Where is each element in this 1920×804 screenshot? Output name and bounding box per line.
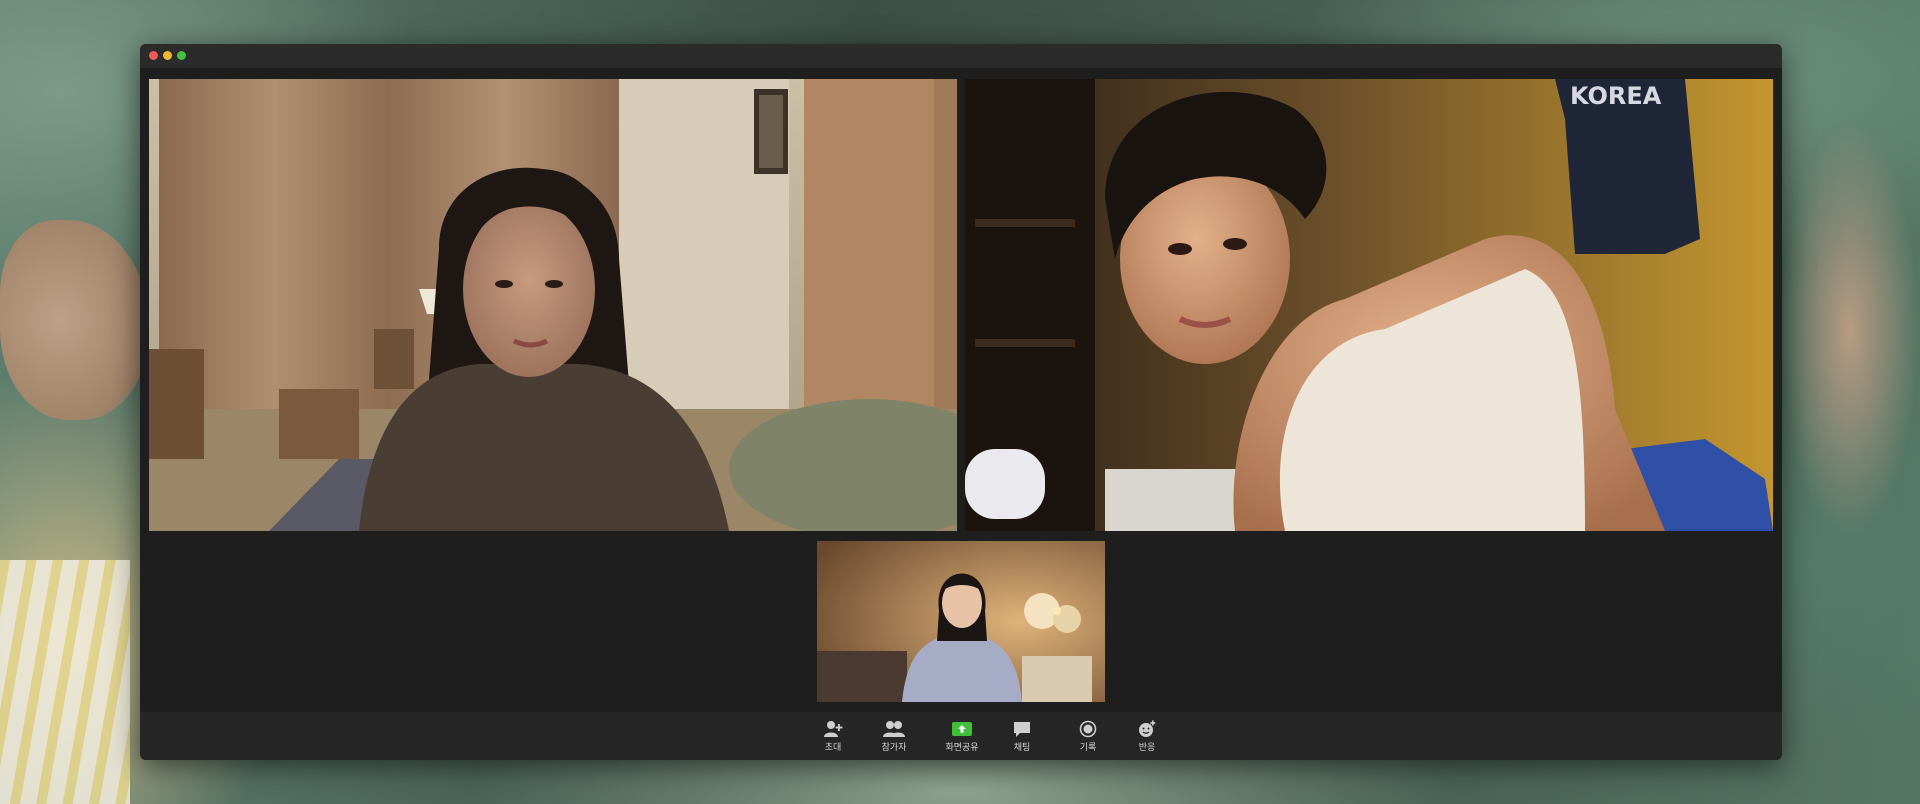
reactions-button[interactable]: 반응 [1117, 720, 1177, 753]
share-screen-button[interactable]: 화면공유 [932, 720, 992, 753]
zoom-window-button[interactable] [177, 51, 186, 60]
invite-label: 초대 [824, 743, 842, 753]
video-call-window: KOREA 초대 참가자 화면공유 채팅 기록 반응 [140, 44, 1782, 760]
background-blur-hand [0, 220, 150, 420]
chat-button[interactable]: 채팅 [992, 720, 1052, 753]
video-feed-1 [149, 79, 957, 531]
close-window-button[interactable] [149, 51, 158, 60]
background-blur-right [1780, 120, 1920, 540]
video-feed-3 [817, 541, 1105, 702]
jersey-text: KOREA [1570, 82, 1662, 110]
reactions-label: 반응 [1138, 743, 1156, 753]
title-bar [140, 44, 1782, 68]
minimize-window-button[interactable] [163, 51, 172, 60]
video-tile-participant-1[interactable] [149, 79, 957, 531]
share-screen-label: 화면공유 [945, 743, 979, 753]
video-tile-self-view[interactable] [817, 541, 1105, 702]
participants-icon [883, 721, 905, 737]
meeting-toolbar: 초대 참가자 화면공유 채팅 기록 반응 [140, 712, 1782, 760]
record-icon [1079, 720, 1097, 738]
record-label: 기록 [1079, 743, 1097, 753]
participants-button[interactable]: 참가자 [864, 720, 924, 753]
background-striped-fabric [0, 560, 130, 804]
video-feed-2: KOREA [965, 79, 1773, 531]
record-button[interactable]: 기록 [1058, 720, 1118, 753]
share-screen-icon [952, 722, 972, 736]
invite-button[interactable]: 초대 [803, 720, 863, 753]
add-person-icon [824, 721, 843, 737]
participants-label: 참가자 [881, 743, 907, 753]
chat-bubble-icon [1014, 722, 1030, 737]
chat-label: 채팅 [1013, 743, 1031, 753]
reaction-icon [1139, 720, 1156, 737]
video-tile-participant-2[interactable]: KOREA [965, 79, 1773, 531]
